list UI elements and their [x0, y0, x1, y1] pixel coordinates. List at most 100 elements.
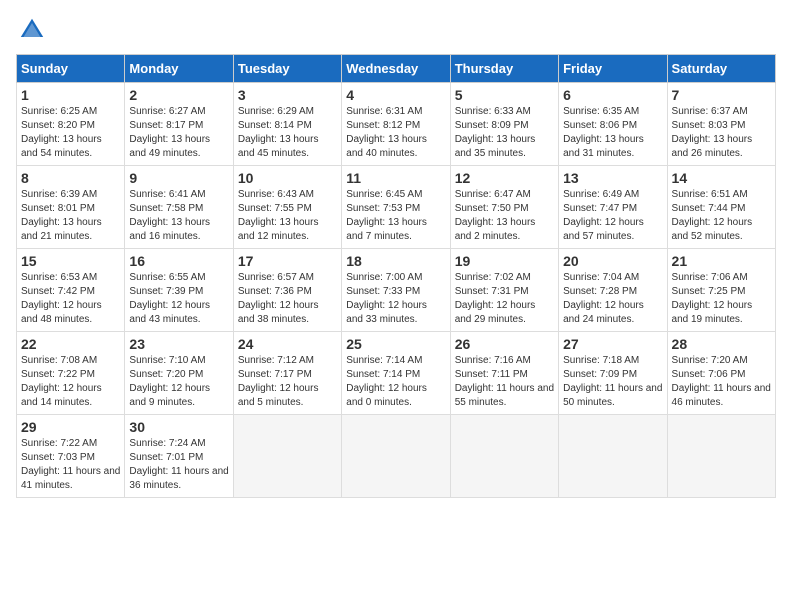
day-number: 14: [672, 170, 771, 186]
day-info: Sunrise: 7:20 AM Sunset: 7:06 PM Dayligh…: [672, 354, 771, 410]
day-number: 21: [672, 253, 771, 269]
day-info: Sunrise: 7:18 AM Sunset: 7:09 PM Dayligh…: [563, 354, 662, 410]
calendar-cell: 19 Sunrise: 7:02 AM Sunset: 7:31 PM Dayl…: [450, 249, 558, 332]
weekday-header-row: SundayMondayTuesdayWednesdayThursdayFrid…: [17, 55, 776, 83]
day-number: 15: [21, 253, 120, 269]
calendar-cell: [233, 415, 341, 498]
day-info: Sunrise: 7:00 AM Sunset: 7:33 PM Dayligh…: [346, 271, 445, 327]
day-info: Sunrise: 7:22 AM Sunset: 7:03 PM Dayligh…: [21, 437, 120, 493]
day-number: 16: [129, 253, 228, 269]
weekday-header-wednesday: Wednesday: [342, 55, 450, 83]
day-info: Sunrise: 7:04 AM Sunset: 7:28 PM Dayligh…: [563, 271, 662, 327]
calendar-cell: 6 Sunrise: 6:35 AM Sunset: 8:06 PM Dayli…: [559, 83, 667, 166]
day-number: 4: [346, 87, 445, 103]
calendar-cell: 14 Sunrise: 6:51 AM Sunset: 7:44 PM Dayl…: [667, 166, 775, 249]
day-info: Sunrise: 7:14 AM Sunset: 7:14 PM Dayligh…: [346, 354, 445, 410]
day-info: Sunrise: 6:33 AM Sunset: 8:09 PM Dayligh…: [455, 105, 554, 161]
calendar-cell: 12 Sunrise: 6:47 AM Sunset: 7:50 PM Dayl…: [450, 166, 558, 249]
calendar-cell: 2 Sunrise: 6:27 AM Sunset: 8:17 PM Dayli…: [125, 83, 233, 166]
day-info: Sunrise: 6:47 AM Sunset: 7:50 PM Dayligh…: [455, 188, 554, 244]
day-number: 5: [455, 87, 554, 103]
calendar-cell: 4 Sunrise: 6:31 AM Sunset: 8:12 PM Dayli…: [342, 83, 450, 166]
weekday-header-monday: Monday: [125, 55, 233, 83]
day-number: 28: [672, 336, 771, 352]
calendar-cell: 24 Sunrise: 7:12 AM Sunset: 7:17 PM Dayl…: [233, 332, 341, 415]
calendar-cell: 11 Sunrise: 6:45 AM Sunset: 7:53 PM Dayl…: [342, 166, 450, 249]
calendar-cell: 16 Sunrise: 6:55 AM Sunset: 7:39 PM Dayl…: [125, 249, 233, 332]
day-info: Sunrise: 6:37 AM Sunset: 8:03 PM Dayligh…: [672, 105, 771, 161]
calendar-cell: [559, 415, 667, 498]
calendar-cell: 8 Sunrise: 6:39 AM Sunset: 8:01 PM Dayli…: [17, 166, 125, 249]
day-info: Sunrise: 6:49 AM Sunset: 7:47 PM Dayligh…: [563, 188, 662, 244]
calendar-row: 15 Sunrise: 6:53 AM Sunset: 7:42 PM Dayl…: [17, 249, 776, 332]
day-number: 26: [455, 336, 554, 352]
day-number: 12: [455, 170, 554, 186]
day-info: Sunrise: 7:02 AM Sunset: 7:31 PM Dayligh…: [455, 271, 554, 327]
calendar-cell: [342, 415, 450, 498]
weekday-header-sunday: Sunday: [17, 55, 125, 83]
day-number: 24: [238, 336, 337, 352]
day-info: Sunrise: 7:24 AM Sunset: 7:01 PM Dayligh…: [129, 437, 228, 493]
day-number: 18: [346, 253, 445, 269]
calendar-cell: 30 Sunrise: 7:24 AM Sunset: 7:01 PM Dayl…: [125, 415, 233, 498]
day-number: 8: [21, 170, 120, 186]
day-info: Sunrise: 6:25 AM Sunset: 8:20 PM Dayligh…: [21, 105, 120, 161]
calendar-cell: [667, 415, 775, 498]
day-number: 10: [238, 170, 337, 186]
day-number: 22: [21, 336, 120, 352]
weekday-header-tuesday: Tuesday: [233, 55, 341, 83]
day-info: Sunrise: 7:16 AM Sunset: 7:11 PM Dayligh…: [455, 354, 554, 410]
day-info: Sunrise: 7:06 AM Sunset: 7:25 PM Dayligh…: [672, 271, 771, 327]
calendar-cell: 1 Sunrise: 6:25 AM Sunset: 8:20 PM Dayli…: [17, 83, 125, 166]
day-info: Sunrise: 7:12 AM Sunset: 7:17 PM Dayligh…: [238, 354, 337, 410]
calendar-cell: 26 Sunrise: 7:16 AM Sunset: 7:11 PM Dayl…: [450, 332, 558, 415]
day-info: Sunrise: 6:45 AM Sunset: 7:53 PM Dayligh…: [346, 188, 445, 244]
calendar-cell: 21 Sunrise: 7:06 AM Sunset: 7:25 PM Dayl…: [667, 249, 775, 332]
day-info: Sunrise: 6:35 AM Sunset: 8:06 PM Dayligh…: [563, 105, 662, 161]
day-info: Sunrise: 7:10 AM Sunset: 7:20 PM Dayligh…: [129, 354, 228, 410]
day-info: Sunrise: 6:27 AM Sunset: 8:17 PM Dayligh…: [129, 105, 228, 161]
calendar-cell: 15 Sunrise: 6:53 AM Sunset: 7:42 PM Dayl…: [17, 249, 125, 332]
day-number: 23: [129, 336, 228, 352]
calendar-cell: 3 Sunrise: 6:29 AM Sunset: 8:14 PM Dayli…: [233, 83, 341, 166]
calendar-cell: 28 Sunrise: 7:20 AM Sunset: 7:06 PM Dayl…: [667, 332, 775, 415]
day-number: 13: [563, 170, 662, 186]
calendar-row: 8 Sunrise: 6:39 AM Sunset: 8:01 PM Dayli…: [17, 166, 776, 249]
calendar-cell: 20 Sunrise: 7:04 AM Sunset: 7:28 PM Dayl…: [559, 249, 667, 332]
logo: [16, 16, 46, 44]
calendar-cell: 5 Sunrise: 6:33 AM Sunset: 8:09 PM Dayli…: [450, 83, 558, 166]
day-number: 6: [563, 87, 662, 103]
day-number: 3: [238, 87, 337, 103]
calendar-cell: 17 Sunrise: 6:57 AM Sunset: 7:36 PM Dayl…: [233, 249, 341, 332]
logo-icon: [18, 16, 46, 44]
day-number: 1: [21, 87, 120, 103]
day-info: Sunrise: 6:51 AM Sunset: 7:44 PM Dayligh…: [672, 188, 771, 244]
calendar-cell: 27 Sunrise: 7:18 AM Sunset: 7:09 PM Dayl…: [559, 332, 667, 415]
calendar-cell: 10 Sunrise: 6:43 AM Sunset: 7:55 PM Dayl…: [233, 166, 341, 249]
calendar-cell: 18 Sunrise: 7:00 AM Sunset: 7:33 PM Dayl…: [342, 249, 450, 332]
day-number: 19: [455, 253, 554, 269]
day-number: 27: [563, 336, 662, 352]
day-number: 30: [129, 419, 228, 435]
day-info: Sunrise: 6:43 AM Sunset: 7:55 PM Dayligh…: [238, 188, 337, 244]
calendar-row: 1 Sunrise: 6:25 AM Sunset: 8:20 PM Dayli…: [17, 83, 776, 166]
day-number: 25: [346, 336, 445, 352]
day-info: Sunrise: 6:57 AM Sunset: 7:36 PM Dayligh…: [238, 271, 337, 327]
day-number: 2: [129, 87, 228, 103]
day-info: Sunrise: 6:53 AM Sunset: 7:42 PM Dayligh…: [21, 271, 120, 327]
calendar-cell: 9 Sunrise: 6:41 AM Sunset: 7:58 PM Dayli…: [125, 166, 233, 249]
calendar-cell: 25 Sunrise: 7:14 AM Sunset: 7:14 PM Dayl…: [342, 332, 450, 415]
weekday-header-saturday: Saturday: [667, 55, 775, 83]
calendar-row: 22 Sunrise: 7:08 AM Sunset: 7:22 PM Dayl…: [17, 332, 776, 415]
calendar-cell: 7 Sunrise: 6:37 AM Sunset: 8:03 PM Dayli…: [667, 83, 775, 166]
weekday-header-friday: Friday: [559, 55, 667, 83]
day-number: 29: [21, 419, 120, 435]
day-number: 20: [563, 253, 662, 269]
day-info: Sunrise: 6:39 AM Sunset: 8:01 PM Dayligh…: [21, 188, 120, 244]
calendar-table: SundayMondayTuesdayWednesdayThursdayFrid…: [16, 54, 776, 498]
header: [16, 16, 776, 44]
day-info: Sunrise: 7:08 AM Sunset: 7:22 PM Dayligh…: [21, 354, 120, 410]
calendar-row: 29 Sunrise: 7:22 AM Sunset: 7:03 PM Dayl…: [17, 415, 776, 498]
weekday-header-thursday: Thursday: [450, 55, 558, 83]
calendar-cell: 22 Sunrise: 7:08 AM Sunset: 7:22 PM Dayl…: [17, 332, 125, 415]
